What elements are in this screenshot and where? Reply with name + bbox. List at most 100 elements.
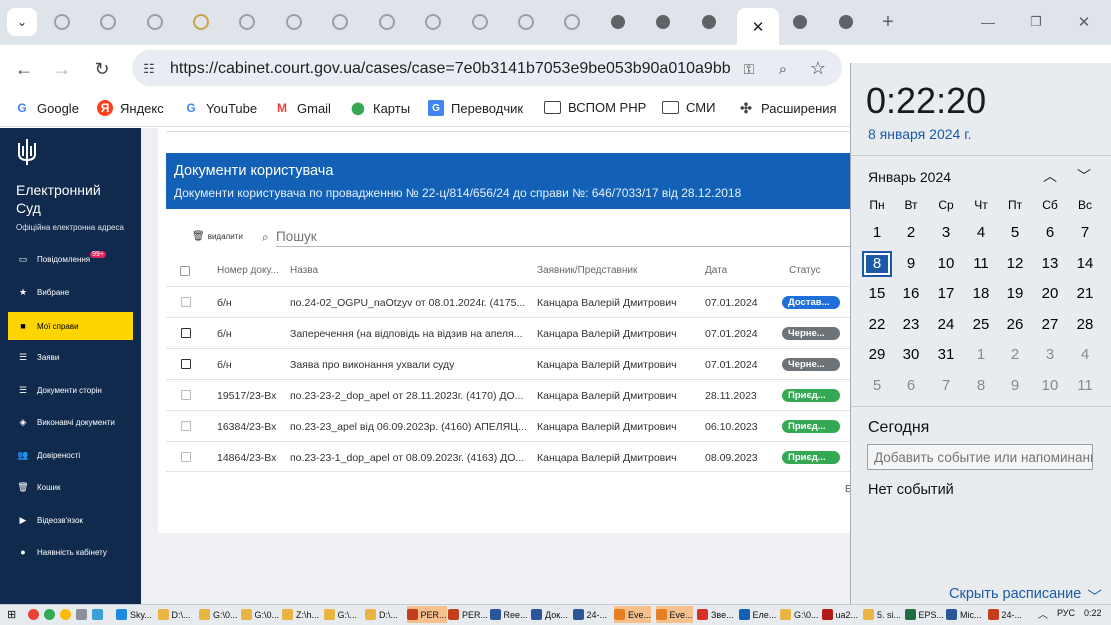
browser-tab[interactable] [415, 8, 451, 36]
select-all-checkbox[interactable] [180, 266, 190, 276]
site-settings-icon[interactable]: ☷ [138, 58, 160, 80]
browser-tab[interactable] [369, 8, 405, 36]
sidebar-item-powers-of-attorney[interactable]: 👥 Довіреності [0, 441, 141, 469]
taskbar-app-button[interactable]: G:\... [323, 606, 357, 623]
bookmark-yandex[interactable]: Я Яндекс [97, 100, 164, 116]
sidebar-item-my-cases[interactable]: ■ Мої справи [8, 312, 133, 340]
reload-button[interactable]: ↻ [90, 57, 114, 81]
taskbar-app-button[interactable]: Eve... [614, 606, 652, 623]
calendar-day[interactable]: 19 [1000, 281, 1030, 307]
taskbar-app-button[interactable]: G:\0... [240, 606, 279, 623]
browser-tab[interactable] [183, 8, 219, 36]
sidebar-item-notifications[interactable]: ▭ Повідомлення 99+ [0, 245, 141, 273]
calendar-day[interactable]: 25 [966, 312, 996, 338]
browser-tab[interactable] [322, 8, 358, 36]
search-input[interactable] [276, 227, 850, 247]
taskbar-app-button[interactable]: 24-... [572, 606, 607, 623]
taskbar-app-button[interactable]: Ree... [489, 606, 528, 623]
calendar-day[interactable]: 8 [966, 373, 996, 399]
pinned-browser-icon[interactable] [44, 606, 55, 623]
calendar-day[interactable]: 30 [896, 342, 926, 368]
table-row[interactable]: б/н Заява про виконання ухвали суду Канц… [166, 348, 852, 379]
table-row[interactable]: б/н Заперечення (на відповідь на відзив … [166, 317, 852, 348]
calendar-day[interactable]: 29 [862, 342, 892, 368]
back-button[interactable]: ← [12, 57, 36, 81]
calendar-day[interactable]: 21 [1070, 281, 1100, 307]
table-row[interactable]: 19517/23-Вх по.23-23-2_dop_apel от 28.11… [166, 379, 852, 410]
taskbar-app-button[interactable]: 5. si... [863, 606, 901, 623]
calendar-day[interactable]: 18 [966, 281, 996, 307]
bookmark-google[interactable]: G Google [14, 100, 79, 116]
taskbar-app-button[interactable]: Зве... [697, 606, 734, 623]
zoom-icon[interactable]: ⌕ [772, 58, 794, 80]
row-checkbox[interactable] [181, 328, 191, 338]
browser-tab[interactable] [137, 8, 173, 36]
calendar-day[interactable]: 28 [1070, 312, 1100, 338]
calendar-day[interactable]: 4 [966, 220, 996, 246]
calendar-day[interactable]: 9 [1000, 373, 1030, 399]
browser-tab[interactable] [508, 8, 544, 36]
calendar-day[interactable]: 6 [896, 373, 926, 399]
add-event-input[interactable] [867, 444, 1093, 470]
table-row[interactable]: 16384/23-Вх по.23-23_apel від 06.09.2023… [166, 410, 852, 441]
calendar-day[interactable]: 2 [1000, 342, 1030, 368]
bookmark-extensions[interactable]: ✣ Расширения [738, 100, 836, 116]
column-header-applicant[interactable]: Заявник/Представник [537, 265, 637, 276]
row-checkbox[interactable] [181, 421, 191, 431]
pinned-chrome-icon[interactable] [28, 606, 39, 623]
calendar-day[interactable]: 7 [1070, 220, 1100, 246]
row-checkbox[interactable] [181, 452, 191, 462]
sidebar-item-video-call[interactable]: ▶ Відеозв'язок [0, 506, 141, 534]
forward-button[interactable]: → [50, 57, 74, 81]
calendar-day[interactable]: 12 [1000, 251, 1030, 277]
calendar-day[interactable]: 11 [1070, 373, 1100, 399]
sidebar-item-cabinet-check[interactable]: ● Наявність кабінету [0, 538, 141, 566]
browser-tab[interactable] [691, 8, 727, 36]
browser-tab[interactable] [90, 8, 126, 36]
browser-tab[interactable] [600, 8, 636, 36]
bookmark-maps[interactable]: ⬤ Карты [350, 100, 410, 116]
table-row[interactable]: б/н по.24-02_OGPU_naOtzyv от 08.01.2024г… [166, 286, 852, 317]
browser-tab[interactable] [828, 8, 864, 36]
calendar-day[interactable]: 26 [1000, 312, 1030, 338]
window-close-button[interactable]: ✕ [1066, 8, 1102, 36]
taskbar-clock[interactable]: 0:22 [1084, 608, 1102, 618]
maximize-button[interactable]: ❐ [1018, 8, 1054, 36]
calendar-day[interactable]: 5 [862, 373, 892, 399]
row-checkbox[interactable] [181, 390, 191, 400]
calendar-day[interactable]: 24 [931, 312, 961, 338]
calendar-day[interactable]: 15 [862, 281, 892, 307]
delete-button[interactable]: 🗑 видалити [192, 231, 243, 242]
close-icon[interactable]: ✕ [752, 18, 765, 36]
calendar-day[interactable]: 23 [896, 312, 926, 338]
taskbar-app-button[interactable]: Mic... [946, 606, 982, 623]
taskbar-app-button[interactable]: Еле... [738, 606, 776, 623]
taskbar-app-button[interactable]: PER... [406, 606, 447, 623]
taskbar-app-button[interactable]: G:\0... [780, 606, 819, 623]
table-row[interactable]: 14864/23-Вх по.23-23-1_dop_apel от 08.09… [166, 441, 852, 472]
row-checkbox[interactable] [181, 359, 191, 369]
calendar-day[interactable]: 14 [1070, 251, 1100, 277]
taskbar-app-button[interactable]: Sky... [116, 606, 152, 623]
pinned-app-icon[interactable] [60, 606, 71, 623]
calendar-day[interactable]: 4 [1070, 342, 1100, 368]
taskbar-app-button[interactable]: Док... [531, 606, 568, 623]
column-header-name[interactable]: Назва [290, 265, 318, 276]
taskbar-app-button[interactable]: 24-... [987, 606, 1022, 623]
taskbar-app-button[interactable]: ua2... [821, 606, 858, 623]
browser-tab[interactable] [645, 8, 681, 36]
calendar-day[interactable]: 16 [896, 281, 926, 307]
calendar-day[interactable]: 11 [966, 251, 996, 277]
tab-search-button[interactable]: ⌄ [7, 8, 37, 36]
calendar-day[interactable]: 31 [931, 342, 961, 368]
chevron-down-icon[interactable]: ﹀ [1077, 166, 1091, 186]
month-title[interactable]: Январь 2024 [868, 169, 951, 185]
calendar-day[interactable]: 10 [1035, 373, 1065, 399]
new-tab-button[interactable]: + [870, 8, 906, 36]
calendar-day[interactable]: 3 [1035, 342, 1065, 368]
column-header-date[interactable]: Дата [705, 265, 727, 276]
bookmark-folder-smi[interactable]: СМИ [662, 100, 715, 115]
key-icon[interactable]: ⚿ [738, 58, 760, 80]
sidebar-item-favorites[interactable]: ★ Вибране [0, 278, 141, 306]
browser-tab[interactable] [276, 8, 312, 36]
